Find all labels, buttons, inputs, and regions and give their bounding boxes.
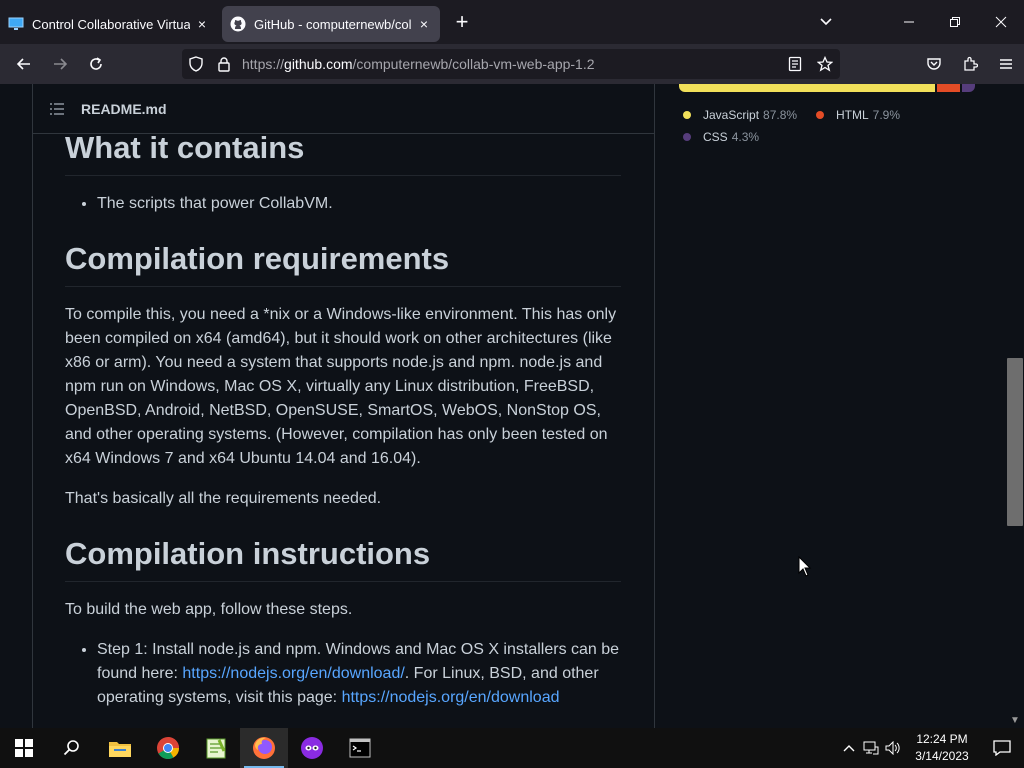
pocket-icon[interactable]	[916, 56, 952, 72]
windows-taskbar: 12:24 PM 3/14/2023	[0, 728, 1024, 768]
monitor-icon	[8, 17, 24, 30]
github-icon	[230, 16, 246, 32]
outline-list-icon[interactable]	[49, 101, 65, 117]
language-bar	[679, 84, 975, 92]
languages-section: JavaScript 87.8% HTML 7.9% CSS 4.3%	[679, 84, 975, 148]
tab-title: GitHub - computernewb/collab-vm-web-app-…	[254, 16, 412, 32]
readme-filename: README.md	[81, 100, 167, 117]
language-bar-javascript	[679, 84, 936, 92]
volume-icon[interactable]	[882, 741, 904, 755]
url-host: github.com	[284, 56, 353, 72]
language-bar-html	[937, 84, 961, 92]
navigation-toolbar: https://github.com/computernewb/collab-v…	[0, 44, 1024, 84]
url-path: /computernewb/collab-vm-web-app-1.2	[352, 56, 595, 72]
tab-close-button[interactable]: ×	[416, 16, 432, 32]
language-name: JavaScript	[703, 108, 760, 122]
language-dot	[683, 133, 691, 141]
readme-panel: README.md What it contains The scripts t…	[32, 84, 655, 728]
mouse-cursor-icon	[798, 556, 812, 577]
start-windows-icon[interactable]	[0, 728, 48, 768]
readme-header: README.md	[33, 84, 654, 134]
scroll-down-arrow-icon[interactable]: ▼	[1010, 715, 1020, 726]
reload-icon[interactable]	[78, 48, 114, 80]
extensions-icon[interactable]	[952, 56, 988, 72]
menu-hamburger-icon[interactable]	[988, 56, 1024, 72]
tab-bar: Control Collaborative Virtual Machines ×…	[0, 0, 1024, 44]
language-css[interactable]: CSS 4.3%	[679, 126, 812, 148]
language-percent: 87.8%	[763, 108, 798, 122]
url-text[interactable]: https://github.com/computernewb/collab-v…	[242, 56, 780, 72]
url-scheme: https://	[242, 56, 285, 72]
system-clock[interactable]: 12:24 PM 3/14/2023	[904, 731, 980, 765]
reader-view-icon[interactable]	[780, 56, 810, 72]
list-item: The scripts that power CollabVM.	[97, 192, 621, 216]
heading-compilation-requirements: Compilation requirements	[65, 240, 621, 287]
new-tab-button[interactable]: +	[446, 6, 478, 38]
firefox-icon[interactable]	[240, 728, 288, 768]
language-name: CSS	[703, 130, 728, 144]
nodejs-download-link[interactable]: https://nodejs.org/en/download/	[182, 665, 404, 682]
close-window-icon[interactable]	[978, 0, 1024, 44]
clock-date: 3/14/2023	[915, 749, 969, 763]
lock-icon[interactable]	[210, 56, 238, 72]
heading-compilation-instructions: Compilation instructions	[65, 535, 621, 582]
back-arrow-icon[interactable]	[6, 48, 42, 80]
app-mask-icon[interactable]	[288, 728, 336, 768]
command-prompt-icon[interactable]	[336, 728, 384, 768]
language-percent: 7.9%	[872, 108, 901, 122]
list-all-tabs-chevron-icon[interactable]	[812, 8, 840, 36]
requirements-summary: That's basically all the requirements ne…	[65, 490, 382, 507]
tab-github[interactable]: GitHub - computernewb/collab-vm-web-app-…	[222, 6, 440, 42]
page-scrollbar[interactable]: ▼	[1006, 84, 1024, 728]
clock-time: 12:24 PM	[916, 732, 968, 746]
page-content: README.md What it contains The scripts t…	[0, 84, 1024, 728]
language-javascript[interactable]: JavaScript 87.8%	[679, 104, 812, 126]
build-paragraph: To build the web app, follow these steps…	[65, 601, 353, 618]
language-dot	[816, 111, 824, 119]
tab-title: Control Collaborative Virtual Machines	[32, 16, 190, 32]
address-bar[interactable]: https://github.com/computernewb/collab-v…	[182, 49, 840, 79]
restore-icon[interactable]	[932, 0, 978, 44]
markdown-body: What it contains The scripts that power …	[65, 129, 621, 726]
language-bar-css	[962, 84, 975, 92]
nodejs-download-link-2[interactable]: https://nodejs.org/en/download	[342, 689, 560, 706]
forward-arrow-icon[interactable]	[42, 48, 78, 80]
scrollbar-thumb[interactable]	[1007, 358, 1023, 526]
minimize-icon[interactable]	[886, 0, 932, 44]
notepad-plus-plus-icon[interactable]	[192, 728, 240, 768]
search-icon[interactable]	[48, 728, 96, 768]
tab-close-button[interactable]: ×	[194, 16, 210, 32]
language-percent: 4.3%	[731, 130, 760, 144]
requirements-paragraph: To compile this, you need a *nix or a Wi…	[65, 306, 617, 467]
action-center-notification-icon[interactable]	[980, 740, 1024, 756]
tab-collabvm[interactable]: Control Collaborative Virtual Machines ×	[0, 6, 218, 42]
steps-list: Step 1: Install node.js and npm. Windows…	[97, 638, 621, 710]
language-name: HTML	[836, 108, 869, 122]
contains-list: The scripts that power CollabVM.	[97, 192, 621, 216]
tracking-protection-shield-icon[interactable]	[182, 56, 210, 72]
bookmark-star-icon[interactable]	[810, 56, 840, 72]
chrome-icon[interactable]	[144, 728, 192, 768]
show-hidden-icons-chevron-icon[interactable]	[838, 742, 860, 754]
language-html[interactable]: HTML 7.9%	[812, 104, 945, 126]
file-explorer-icon[interactable]	[96, 728, 144, 768]
network-icon[interactable]	[860, 741, 882, 755]
language-dot	[683, 111, 691, 119]
list-item: Step 1: Install node.js and npm. Windows…	[97, 638, 621, 710]
heading-what-it-contains: What it contains	[65, 129, 621, 176]
